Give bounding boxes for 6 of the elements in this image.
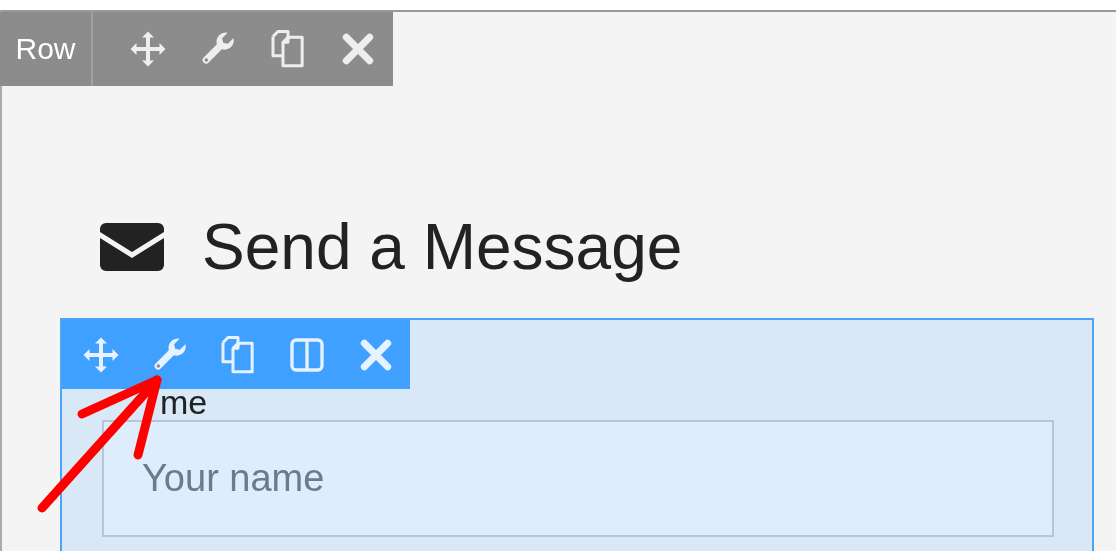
move-icon — [128, 29, 168, 69]
row-label: Row — [0, 12, 93, 86]
heading-text: Send a Message — [202, 210, 683, 284]
field-label: me — [160, 382, 208, 422]
input-field[interactable]: Your name — [102, 420, 1054, 537]
envelope-icon — [100, 223, 164, 271]
